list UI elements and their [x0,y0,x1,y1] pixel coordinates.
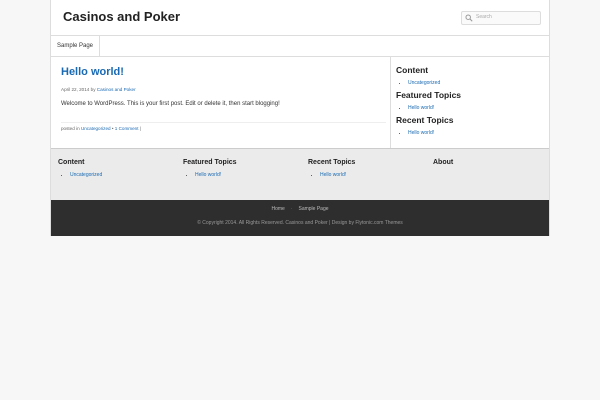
sidebar-list-recent: Hello world! [408,130,434,136]
page-container: Casinos and Poker Sample Page Hello worl… [50,0,550,236]
footer-widget-about: About [433,159,453,166]
post-author-link[interactable]: Casinos and Poker [97,87,136,92]
post-title[interactable]: Hello world! [61,66,124,78]
sidebar-list-featured: Hello world! [408,105,434,111]
footer-widget-title: Content [58,159,85,166]
nav-item-sample-page[interactable]: Sample Page [51,36,101,56]
sidebar: Content Uncategorized Featured Topics He… [390,57,552,149]
footer-widget-content: Content Uncategorized [58,159,102,178]
site-header: Casinos and Poker [51,0,549,36]
list-item[interactable]: Hello world! [408,105,434,111]
footer-widget-title: Recent Topics [308,159,356,166]
pipe-separator: | [139,126,141,131]
post-by: by [90,87,96,92]
footer-nav: Home · Sample Page [51,206,549,212]
footer-nav-separator: · [290,206,293,212]
sidebar-list-content: Uncategorized [408,80,440,86]
search-box[interactable] [461,11,541,25]
footer-widget-list: Hello world! [183,172,237,178]
list-item[interactable]: Hello world! [408,130,434,136]
sidebar-widget-title-featured: Featured Topics [396,90,462,100]
footer-widget-title: About [433,159,454,166]
footer-widget-featured: Featured Topics Hello world! [183,159,237,178]
footer-widgets: Content Uncategorized Featured Topics He… [51,148,549,201]
footer-link-sample-page[interactable]: Sample Page [298,206,328,212]
site-title[interactable]: Casinos and Poker [63,9,180,24]
post-meta: April 22, 2014 by Casinos and Poker [61,87,136,92]
bullet-separator: • [111,126,114,131]
footer-widget-title: Featured Topics [183,159,237,166]
footer-link-home[interactable]: Home [271,206,284,212]
comments-link[interactable]: 1 Comment [115,126,139,131]
main-nav: Sample Page [51,36,549,57]
list-item[interactable]: Uncategorized [408,80,440,86]
copyright-text: © Copyright 2014. All Rights Reserved. C… [197,220,403,226]
footer-widget-list: Hello world! [308,172,355,178]
footer-widget-list: Uncategorized [58,172,102,178]
list-item[interactable]: Uncategorized [70,172,102,178]
post-footer: posted in Uncategorized • 1 Comment | [61,122,386,131]
sidebar-widget-title-recent: Recent Topics [396,115,454,125]
sidebar-widget-title-content: Content [396,65,429,75]
list-item[interactable]: Hello world! [195,172,237,178]
footer-widget-recent: Recent Topics Hello world! [308,159,355,178]
category-link[interactable]: Uncategorized [81,126,111,131]
post-body: Welcome to WordPress. This is your first… [61,101,280,107]
search-input[interactable] [476,14,536,20]
main-content: Hello world! April 22, 2014 by Casinos a… [51,57,391,149]
list-item[interactable]: Hello world! [320,172,355,178]
post-date: April 22, 2014 [61,87,90,92]
site-footer: Home · Sample Page © Copyright 2014. All R… [51,200,549,236]
posted-in-label: posted in [61,126,80,131]
search-icon [465,14,473,22]
